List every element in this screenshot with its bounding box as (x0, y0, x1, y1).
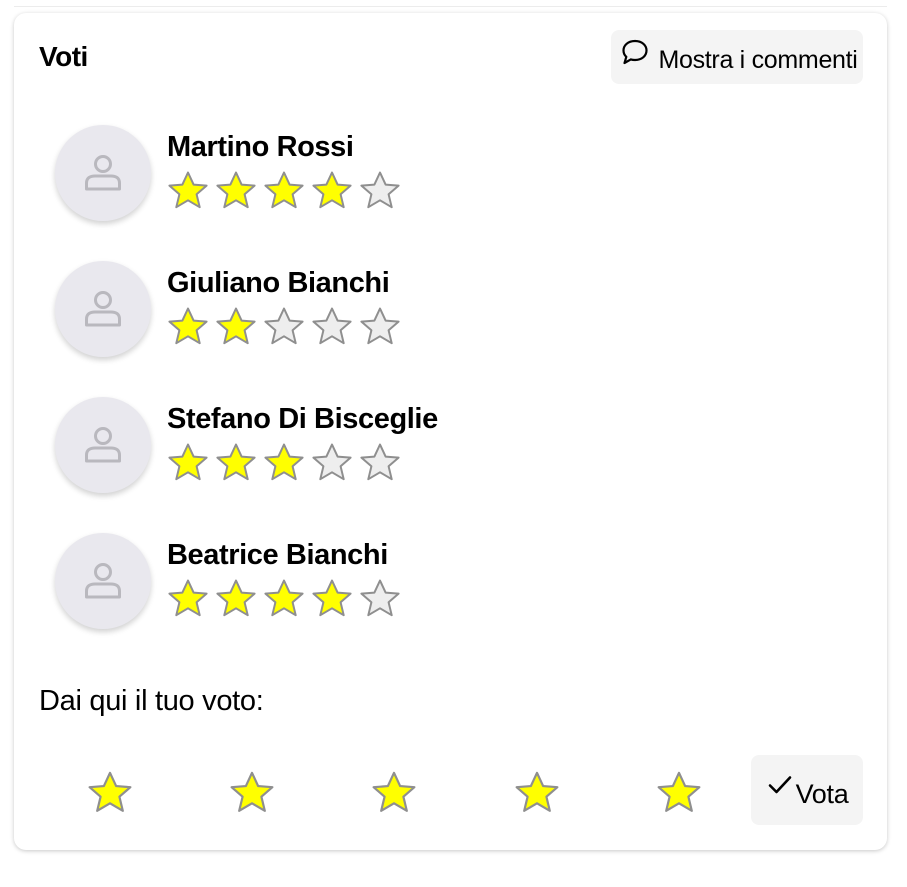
show-comments-label: Mostra i commenti (658, 45, 858, 74)
user-icon (85, 563, 121, 599)
previous-card-edge (14, 0, 887, 7)
card-title: Voti (39, 41, 88, 72)
voter-name: Martino Rossi (167, 131, 354, 163)
star-filled-icon (168, 307, 208, 345)
star-filled-icon (216, 307, 256, 345)
rating-input: Vota (14, 755, 887, 833)
star-empty-icon (360, 307, 400, 345)
star-empty-icon (360, 579, 400, 617)
ratings-card: Voti Mostra i commenti Martino Rossi Giul… (14, 13, 887, 850)
star-filled-icon (312, 171, 352, 209)
star-filled-icon (168, 171, 208, 209)
star-filled-icon (264, 171, 304, 209)
voter-row: Martino Rossi (55, 125, 555, 225)
star-rating (167, 169, 401, 211)
rate-star-4-icon[interactable] (514, 769, 560, 815)
show-comments-button[interactable]: Mostra i commenti (611, 30, 863, 84)
user-icon (85, 155, 121, 191)
vote-label: Vota (795, 778, 849, 809)
star-rating (167, 577, 401, 619)
star-empty-icon (360, 171, 400, 209)
avatar (55, 261, 151, 357)
vote-button[interactable]: Vota (751, 755, 863, 825)
star-filled-icon (264, 579, 304, 617)
rate-star-5-icon[interactable] (656, 769, 702, 815)
avatar (55, 533, 151, 629)
voter-row: Beatrice Bianchi (55, 533, 555, 633)
rate-star-1-icon[interactable] (87, 769, 133, 815)
star-empty-icon (312, 443, 352, 481)
avatar (55, 125, 151, 221)
star-empty-icon (360, 443, 400, 481)
speech-bubble-icon (622, 39, 649, 65)
rate-star-3-icon[interactable] (371, 769, 417, 815)
star-empty-icon (312, 307, 352, 345)
star-rating (167, 305, 401, 347)
user-icon (85, 427, 121, 463)
voter-row: Stefano Di Bisceglie (55, 397, 555, 497)
rate-star-2-icon[interactable] (229, 769, 275, 815)
star-empty-icon (264, 307, 304, 345)
voter-name: Giuliano Bianchi (167, 267, 390, 299)
user-icon (85, 291, 121, 327)
star-filled-icon (264, 443, 304, 481)
star-filled-icon (216, 579, 256, 617)
voter-name: Stefano Di Bisceglie (167, 403, 438, 435)
star-rating (167, 441, 401, 483)
star-filled-icon (312, 579, 352, 617)
checkmark-icon (768, 776, 791, 794)
voter-row: Giuliano Bianchi (55, 261, 555, 361)
voter-name: Beatrice Bianchi (167, 539, 388, 571)
star-filled-icon (216, 443, 256, 481)
rating-prompt: Dai qui il tuo voto: (39, 685, 264, 717)
star-filled-icon (216, 171, 256, 209)
star-filled-icon (168, 443, 208, 481)
star-filled-icon (168, 579, 208, 617)
avatar (55, 397, 151, 493)
